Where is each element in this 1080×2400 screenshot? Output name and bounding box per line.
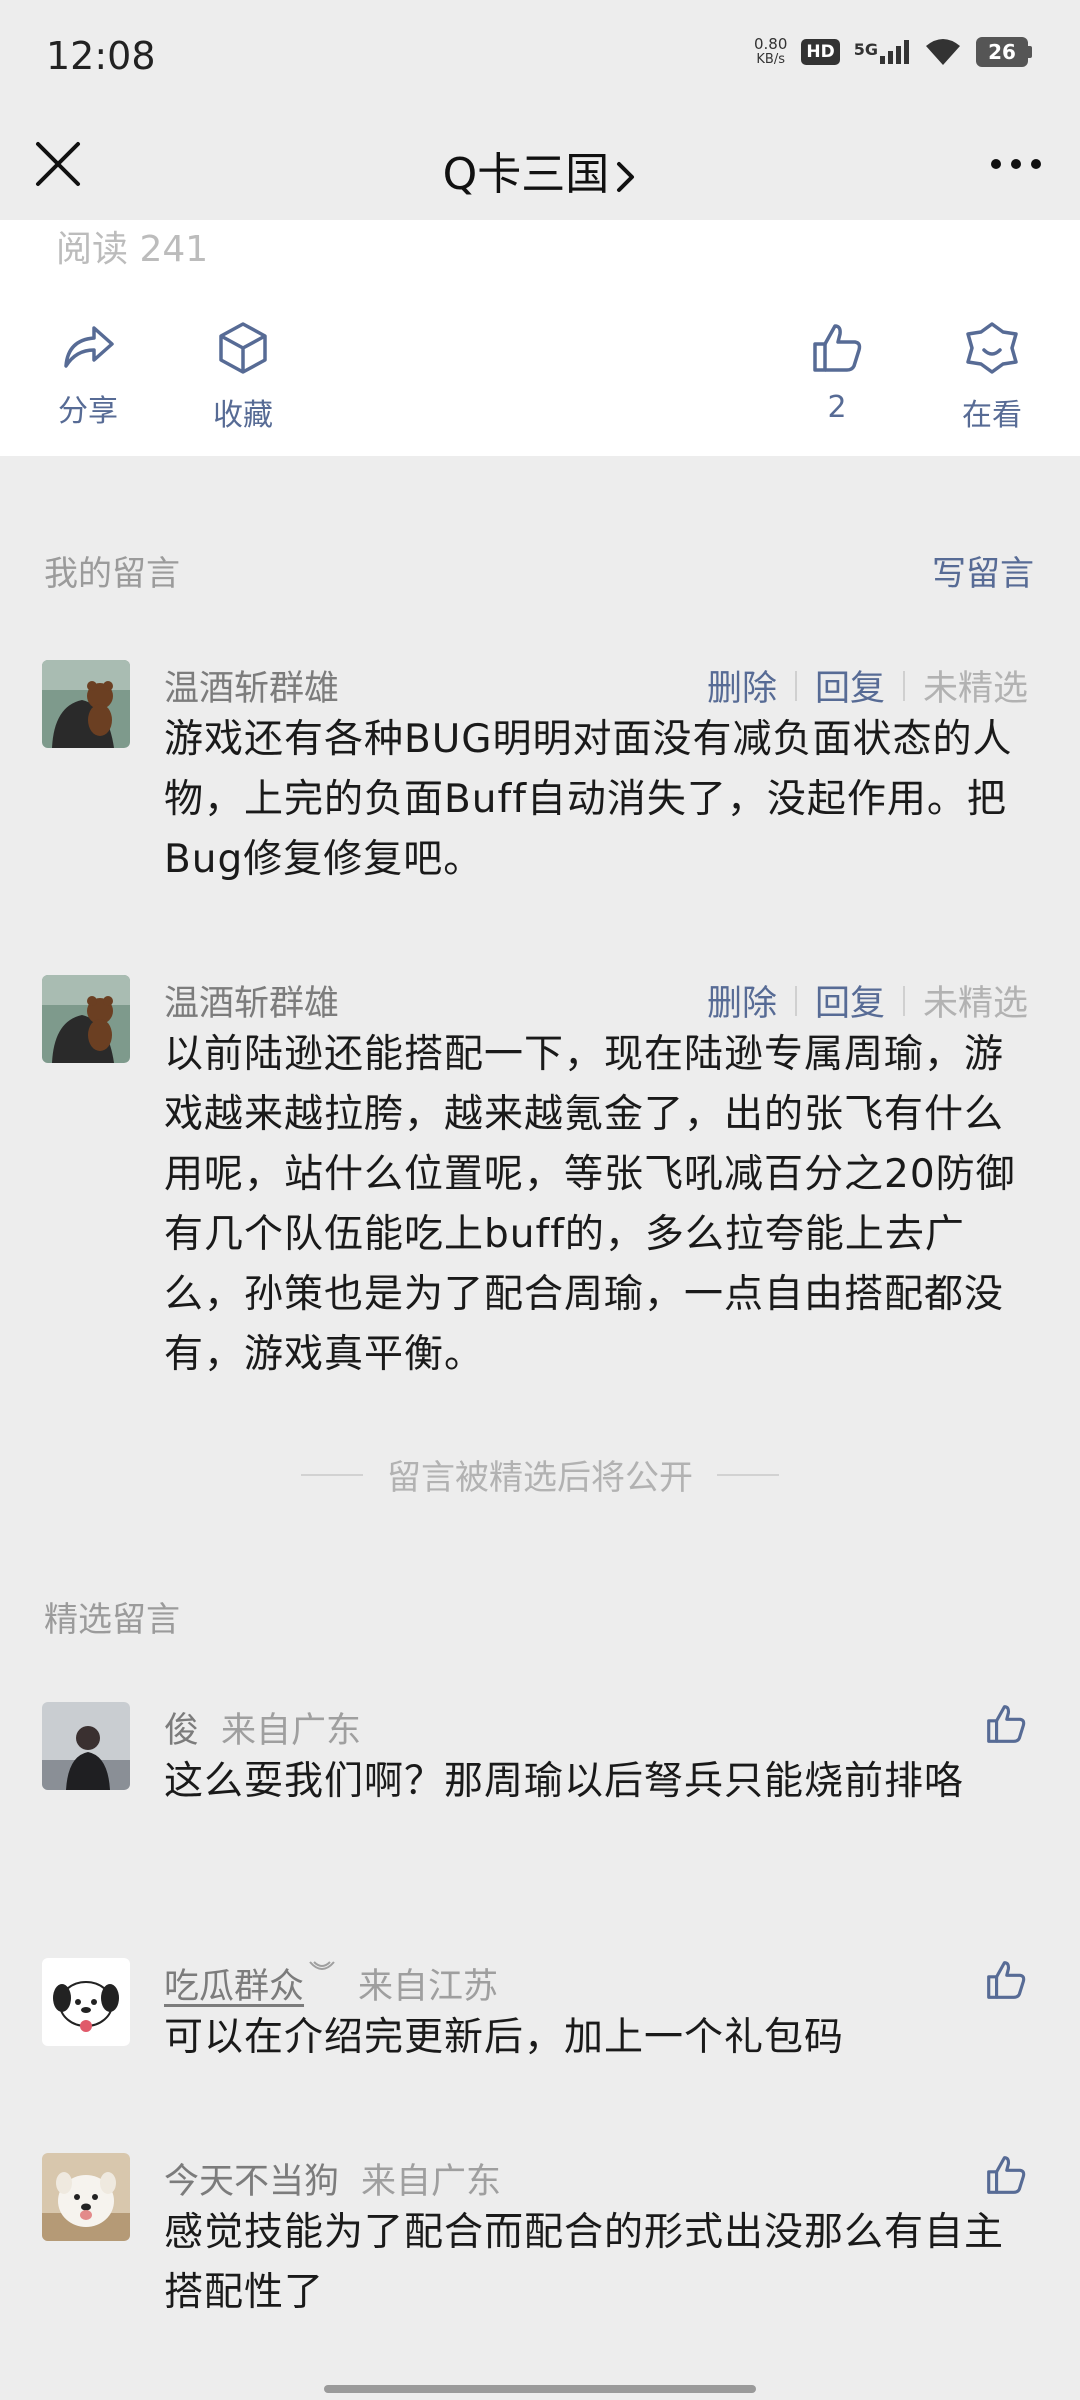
thumbs-up-icon <box>813 324 862 372</box>
network-speed: 0.80 KB/s <box>754 36 787 68</box>
chevron-right-icon <box>617 162 635 192</box>
battery-icon: 26 <box>976 37 1032 67</box>
author-location: 来自广东 <box>361 2162 502 2202</box>
author-name[interactable]: 俊 <box>164 1711 199 1751</box>
comment-author: 吃瓜群众 来自江苏 <box>164 1958 498 2009</box>
hd-badge: HD <box>801 39 840 65</box>
watching-icon <box>966 322 1018 374</box>
account-title[interactable]: Q卡三国 <box>0 138 1080 202</box>
like-count: 2 <box>827 390 847 425</box>
reply-button[interactable]: 回复 <box>815 660 885 711</box>
comment-author[interactable]: 温酒斩群雄 <box>164 660 339 711</box>
favorite-button[interactable]: 收藏 <box>183 320 303 434</box>
author-location: 来自江苏 <box>358 1967 499 2007</box>
network-type: 5G <box>853 40 878 59</box>
comment-text: 感觉技能为了配合而配合的形式出没那么有自主搭配性了 <box>164 2210 1005 2315</box>
thumbs-up-icon[interactable] <box>984 1958 1028 2002</box>
thumbs-up-icon[interactable] <box>984 1702 1028 1746</box>
comment-text: 可以在介绍完更新后，加上一个礼包码 <box>164 2015 845 2060</box>
avatar[interactable] <box>42 1702 130 1790</box>
comment-author: 今天不当狗 来自广东 <box>164 2153 501 2204</box>
author-location: 来自广东 <box>221 1711 362 1751</box>
avatar[interactable] <box>42 1958 130 2046</box>
status-bar: 12:08 0.80 KB/s HD 5G 26 <box>0 0 1080 110</box>
favorite-label: 收藏 <box>213 398 273 433</box>
author-name[interactable]: 吃瓜群众 <box>164 1967 304 2007</box>
wifi-icon <box>926 39 960 65</box>
read-count: 阅读 241 <box>56 229 209 270</box>
featured-note-text: 留言被精选后将公开 <box>387 1458 693 1498</box>
comment-author[interactable]: 温酒斩群雄 <box>164 975 339 1026</box>
comment-text: 游戏还有各种BUG明明对面没有减负面状态的人物，上完的负面Buff自动消失了，没… <box>164 717 1013 882</box>
my-comments-title: 我的留言 <box>44 554 180 594</box>
write-comment-button[interactable]: 写留言 <box>932 546 1034 595</box>
comment-actions: 删除 回复 未精选 <box>707 975 1028 1026</box>
badge-icon <box>309 1961 335 1970</box>
share-button[interactable]: 分享 <box>28 320 148 430</box>
avatar[interactable] <box>42 2153 130 2241</box>
avatar[interactable] <box>42 660 130 748</box>
not-featured-label: 未精选 <box>922 669 1028 709</box>
share-icon <box>64 326 114 368</box>
article-footer: 阅读 241 分享 收藏 2 在看 <box>0 220 1080 456</box>
like-button[interactable]: 2 <box>777 320 897 425</box>
signal-icon: 5G <box>854 40 910 64</box>
comment-text: 这么耍我们啊？那周瑜以后弩兵只能烧前排咯 <box>164 1759 965 1804</box>
more-icon[interactable] <box>988 144 1044 184</box>
delete-button[interactable]: 删除 <box>707 975 777 1026</box>
status-time: 12:08 <box>46 34 156 78</box>
comment-author: 俊来自广东 <box>164 1702 361 1753</box>
comment-actions: 删除 回复 未精选 <box>707 660 1028 711</box>
reply-button[interactable]: 回复 <box>815 975 885 1026</box>
delete-button[interactable]: 删除 <box>707 660 777 711</box>
thumbs-up-icon[interactable] <box>984 2153 1028 2197</box>
watching-label: 在看 <box>962 398 1022 433</box>
cube-icon <box>219 322 267 374</box>
battery-level: 26 <box>976 37 1028 67</box>
avatar[interactable] <box>42 975 130 1063</box>
home-indicator[interactable] <box>324 2385 756 2393</box>
status-icons: 0.80 KB/s HD 5G 26 <box>754 36 1032 68</box>
watching-button[interactable]: 在看 <box>932 320 1052 434</box>
network-speed-value: 0.80 <box>753 35 788 53</box>
account-name: Q卡三国 <box>442 149 610 200</box>
not-featured-label: 未精选 <box>922 984 1028 1024</box>
network-speed-unit: KB/s <box>756 52 785 67</box>
featured-comments-title: 精选留言 <box>44 1600 180 1640</box>
featured-note: 留言被精选后将公开 <box>0 1450 1080 1499</box>
comment-text: 以前陆逊还能搭配一下，现在陆逊专属周瑜，游戏越来越拉胯，越来越氪金了，出的张飞有… <box>164 1032 1016 1377</box>
nav-bar: Q卡三国 <box>0 110 1080 220</box>
share-label: 分享 <box>58 394 118 429</box>
author-name[interactable]: 今天不当狗 <box>164 2162 339 2202</box>
